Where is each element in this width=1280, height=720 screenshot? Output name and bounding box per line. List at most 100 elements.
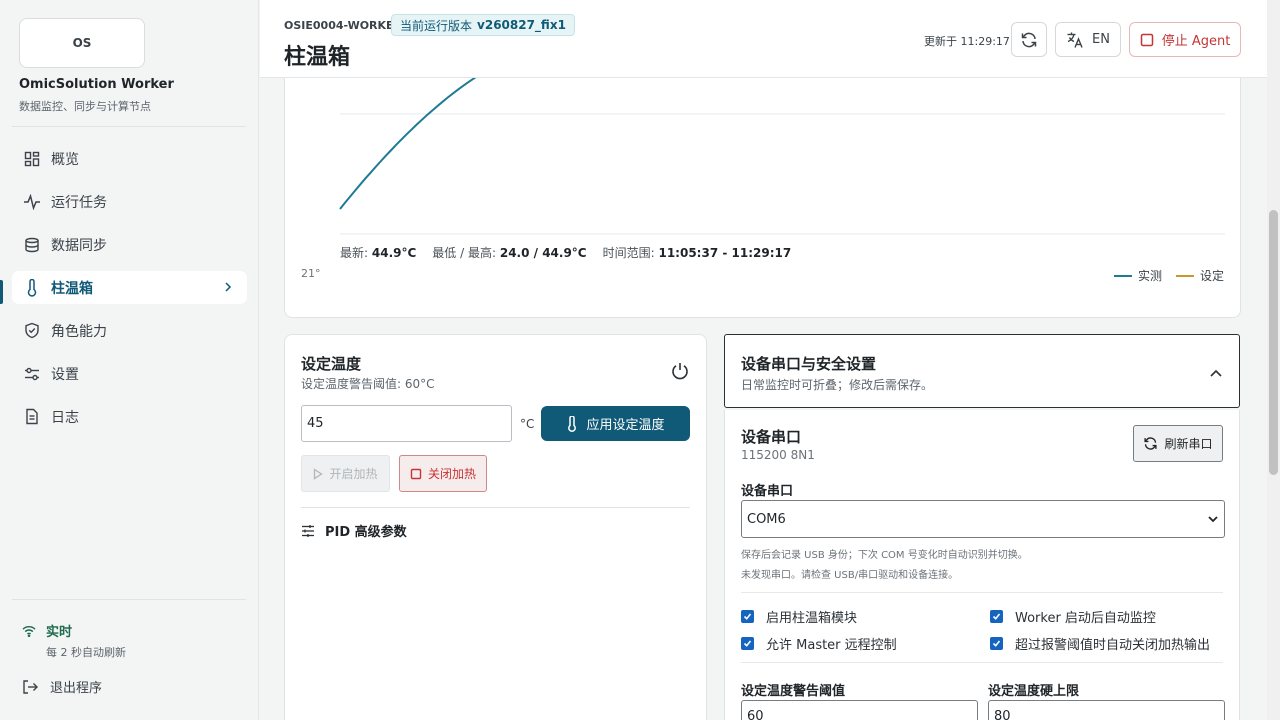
port-select[interactable]: COM6 (741, 500, 1225, 538)
checkbox-remote-control[interactable]: 允许 Master 远程控制 (741, 634, 897, 653)
heat-off-label: 关闭加热 (427, 467, 476, 481)
stat-range: 时间范围: 11:05:37 - 11:29:17 (602, 246, 792, 260)
y-tick-label: 21° (301, 267, 321, 280)
version-prefix: 当前运行版本 (400, 18, 473, 33)
page-scrollbar[interactable] (1267, 0, 1280, 720)
page-title: 柱温箱 (284, 45, 351, 70)
sidebar-divider (12, 126, 246, 127)
heat-on-button[interactable]: 开启加热 (301, 455, 390, 492)
activity-icon (23, 193, 41, 211)
sidebar-item-column-oven[interactable]: 柱温箱 (12, 271, 247, 304)
refresh-icon (1144, 437, 1158, 450)
hard-limit-label: 设定温度硬上限 (988, 684, 1080, 699)
app-root: OS OmicSolution Worker 数据监控、同步与计算节点 概览 运… (0, 0, 1280, 720)
sidebar-item-label: 运行任务 (51, 194, 107, 211)
language-label: EN (1092, 32, 1110, 47)
temperature-chart (339, 78, 1225, 235)
legend-swatch (1175, 274, 1194, 277)
legend-measured: 实测 (1113, 267, 1162, 284)
sidebar-item-logs[interactable]: 日志 (12, 400, 247, 433)
chevron-up-icon[interactable] (1209, 363, 1223, 382)
checkbox-checked[interactable] (990, 637, 1003, 650)
dashboard-icon (23, 150, 41, 168)
legend-swatch (1113, 274, 1132, 277)
updated-time: 更新于 11:29:17 (924, 35, 1010, 48)
checkbox-checked[interactable] (990, 610, 1003, 623)
chart-legend: 实测 设定 (1113, 267, 1224, 284)
stop-agent-label: 停止 Agent (1161, 34, 1231, 49)
chart-stats: 最新: 44.9°C 最低 / 最高: 24.0 / 44.9°C 时间范围: … (340, 244, 791, 261)
live-sub: 每 2 秒自动刷新 (46, 646, 126, 659)
setpoint-card: 设定温度 设定温度警告阈值: 60°C °C 应用设定温度 开启加热 关闭加热 (284, 334, 707, 720)
serial-settings-title: 设备串口与安全设置 (741, 355, 877, 373)
measured-series-line (339, 78, 477, 210)
apply-setpoint-button[interactable]: 应用设定温度 (541, 406, 690, 441)
refresh-port-button[interactable]: 刷新串口 (1133, 425, 1223, 462)
sidebar-item-overview[interactable]: 概览 (12, 142, 247, 175)
database-icon (23, 236, 41, 254)
stop-icon (410, 468, 422, 479)
pid-divider (301, 507, 690, 508)
file-text-icon (23, 408, 41, 426)
port-hint: 保存后会记录 USB 身份；下次 COM 号变化时自动识别并切换。 (741, 550, 1028, 561)
sidebar-item-label: 角色能力 (51, 323, 107, 340)
main-content: 最新: 44.9°C 最低 / 最高: 24.0 / 44.9°C 时间范围: … (260, 78, 1267, 720)
heat-on-label: 开启加热 (329, 467, 378, 481)
heat-off-button[interactable]: 关闭加热 (399, 455, 487, 492)
refresh-button[interactable] (1011, 22, 1047, 57)
port-warning: 未发现串口。请检查 USB/串口驱动和设备连接。 (741, 570, 959, 581)
setpoint-input[interactable] (301, 405, 512, 442)
serial-params: 115200 8N1 (741, 448, 815, 462)
wifi-icon (22, 625, 36, 637)
section-divider (741, 662, 1223, 663)
hard-limit-input[interactable]: 80 (988, 700, 1225, 720)
legend-setpoint: 设定 (1175, 267, 1224, 284)
app-name: OmicSolution Worker (19, 77, 174, 92)
shield-icon (23, 322, 41, 340)
sliders-icon (302, 524, 314, 537)
language-button[interactable]: EN (1055, 22, 1121, 57)
serial-settings-header[interactable]: 设备串口与安全设置 日常监控时可折叠；修改后需保存。 (724, 334, 1240, 408)
active-indicator (0, 280, 3, 304)
serial-settings-body: 设备串口 115200 8N1 刷新串口 设备串口 COM6 保存后会记录 US… (724, 410, 1240, 720)
checkbox-checked[interactable] (741, 637, 754, 650)
checkbox-auto-monitor[interactable]: Worker 启动后自动监控 (990, 607, 1156, 626)
play-icon (314, 467, 324, 480)
port-field-label: 设备串口 (741, 484, 794, 499)
exit-label: 退出程序 (50, 681, 103, 696)
sidebar-divider (12, 599, 246, 600)
worker-id: OSIE0004-WORKER (284, 19, 403, 32)
stat-minmax: 最低 / 最高: 24.0 / 44.9°C (432, 246, 587, 260)
setpoint-subtitle: 设定温度警告阈值: 60°C (301, 377, 435, 391)
power-icon[interactable] (670, 361, 690, 385)
setpoint-unit: °C (520, 417, 535, 431)
version-badge: 当前运行版本 v260827_fix1 (391, 14, 575, 36)
sidebar-nav: 概览 运行任务 数据同步 柱温箱 角色能力 设置 日志 (12, 142, 247, 443)
sidebar: OS OmicSolution Worker 数据监控、同步与计算节点 概览 运… (0, 0, 259, 720)
sidebar-item-roles[interactable]: 角色能力 (12, 314, 247, 347)
section-divider (741, 592, 1223, 593)
thermometer-icon (23, 278, 41, 297)
app-logo: OS (19, 18, 145, 68)
sidebar-item-label: 设置 (51, 366, 79, 383)
sidebar-item-label: 日志 (51, 409, 79, 426)
checkbox-enable-module[interactable]: 启用柱温箱模块 (741, 607, 857, 626)
stop-agent-button[interactable]: 停止 Agent (1129, 22, 1241, 57)
sliders-icon (23, 365, 41, 383)
scrollbar-thumb[interactable] (1269, 210, 1278, 475)
sidebar-item-label: 柱温箱 (51, 280, 93, 297)
apply-setpoint-label: 应用设定温度 (586, 418, 665, 433)
checkbox-checked[interactable] (741, 610, 754, 623)
logout-icon (23, 679, 38, 694)
sidebar-item-settings[interactable]: 设置 (12, 357, 247, 390)
serial-settings-subtitle: 日常监控时可折叠；修改后需保存。 (741, 378, 934, 392)
refresh-port-label: 刷新串口 (1164, 437, 1213, 451)
sidebar-item-tasks[interactable]: 运行任务 (12, 185, 247, 218)
checkbox-auto-shutoff[interactable]: 超过报警阈值时自动关闭加热输出 (990, 634, 1210, 653)
warn-threshold-input[interactable]: 60 (741, 700, 978, 720)
pid-toggle[interactable]: PID 高级参数 (301, 521, 407, 540)
version-value: v260827_fix1 (477, 18, 566, 32)
refresh-icon (1021, 32, 1037, 47)
exit-button[interactable]: 退出程序 (22, 677, 102, 696)
sidebar-item-sync[interactable]: 数据同步 (12, 228, 247, 261)
